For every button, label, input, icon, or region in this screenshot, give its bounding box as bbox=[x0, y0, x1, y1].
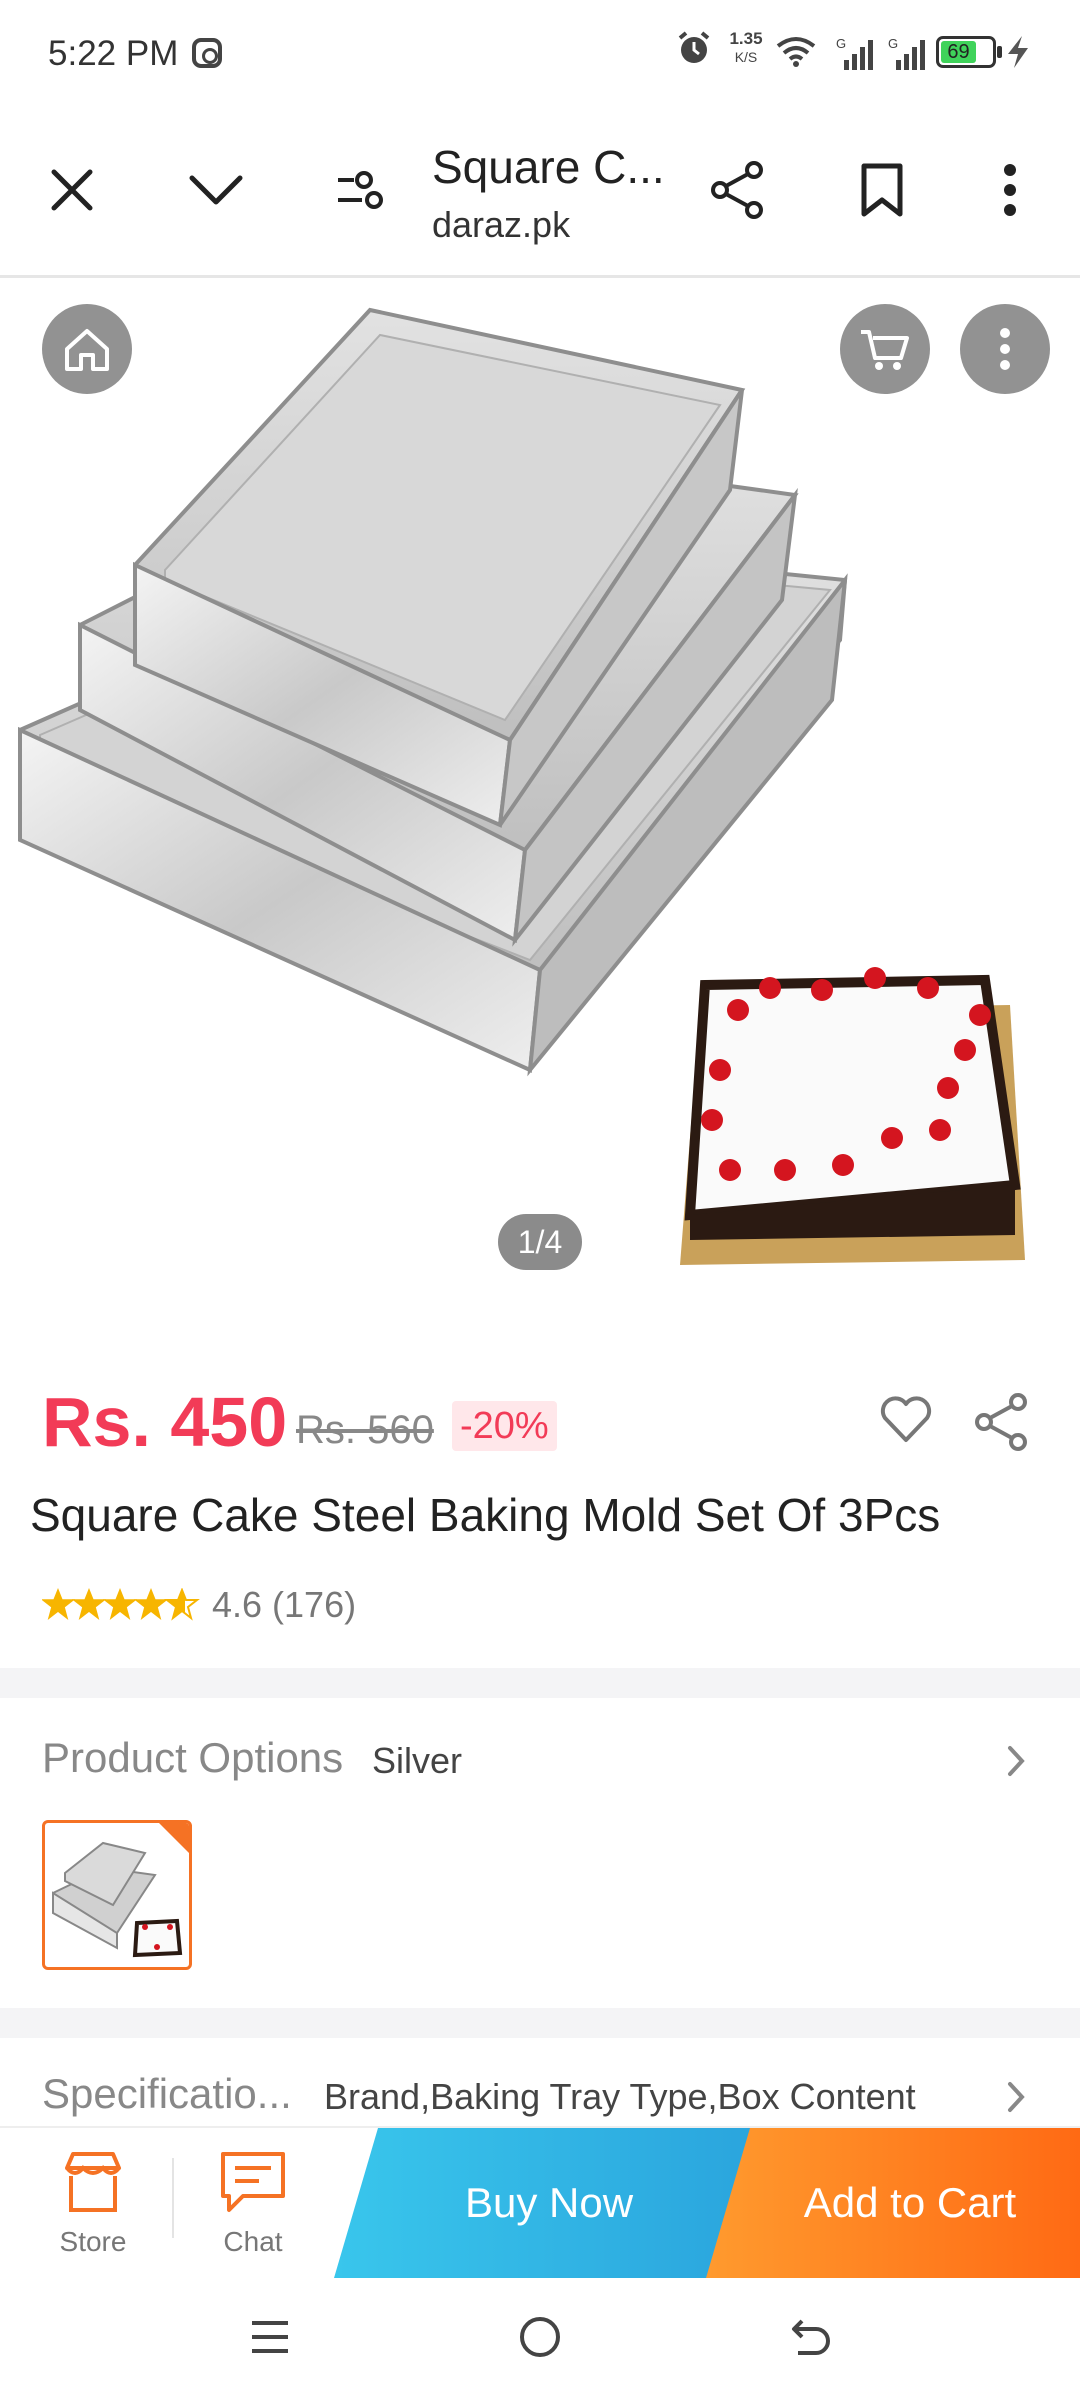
signal-icon-2: G bbox=[888, 36, 925, 70]
chevron-right-icon bbox=[1008, 1746, 1025, 1776]
chevron-down-icon bbox=[189, 175, 243, 205]
chat-icon bbox=[221, 2152, 285, 2212]
share-icon bbox=[711, 161, 763, 219]
back-arrow-icon bbox=[792, 2319, 830, 2355]
network-speed: 1.35 K/S bbox=[724, 30, 768, 66]
specifications-label: Specificatio... bbox=[42, 2070, 292, 2117]
buy-now-button[interactable]: Buy Now bbox=[334, 2128, 764, 2278]
battery-level: 69 bbox=[941, 41, 976, 63]
share-icon bbox=[975, 1393, 1027, 1451]
heart-icon bbox=[880, 1396, 932, 1442]
status-bar: 5:22 PM 1.35 K/S G G 69 bbox=[0, 0, 1080, 110]
product-title: Square Cake Steel Baking Mold Set Of 3Pc… bbox=[30, 1489, 941, 1541]
add-to-cart-button[interactable]: Add to Cart bbox=[706, 2128, 1080, 2278]
chevron-right-icon bbox=[1008, 2082, 1025, 2112]
more-menu-button[interactable] bbox=[970, 150, 1050, 230]
back-button[interactable] bbox=[770, 2302, 850, 2372]
recent-apps-button[interactable] bbox=[230, 2302, 310, 2372]
page-title: Square C... bbox=[432, 141, 665, 193]
net-speed-unit: K/S bbox=[734, 49, 758, 65]
cart-button[interactable] bbox=[840, 304, 930, 394]
gallery-more-button[interactable] bbox=[960, 304, 1050, 394]
instagram-icon bbox=[192, 38, 222, 68]
signal-icon: G bbox=[836, 36, 873, 70]
chat-label: Chat bbox=[223, 2226, 283, 2257]
more-vertical-icon bbox=[1004, 164, 1016, 216]
bookmark-button[interactable] bbox=[842, 150, 922, 230]
specifications-section[interactable]: Specificatio... Brand,Baking Tray Type,B… bbox=[0, 2038, 1080, 2128]
alarm-icon bbox=[678, 31, 710, 63]
product-options-label: Product Options bbox=[42, 1734, 344, 1781]
option-thumbnail-silver[interactable] bbox=[42, 1820, 192, 1970]
product-options-value: Silver bbox=[372, 1740, 463, 1781]
wishlist-button[interactable] bbox=[876, 1390, 936, 1450]
store-button[interactable]: Store bbox=[18, 2128, 168, 2280]
specifications-value: Brand,Baking Tray Type,Box Content bbox=[324, 2076, 916, 2117]
product-image-gallery[interactable]: 1/4 bbox=[0, 280, 1080, 1310]
wifi-icon bbox=[776, 37, 816, 67]
net-speed-value: 1.35 bbox=[729, 29, 763, 48]
action-divider bbox=[172, 2158, 174, 2238]
bottom-action-bar: Store Chat Buy Now Add to Cart bbox=[0, 2126, 1080, 2278]
close-button[interactable] bbox=[32, 150, 112, 230]
discount-badge: -20% bbox=[452, 1401, 557, 1451]
original-price: Rs. 560 bbox=[296, 1408, 434, 1452]
sliders-icon bbox=[338, 171, 383, 209]
image-counter: 1/4 bbox=[498, 1214, 582, 1270]
close-icon bbox=[51, 169, 93, 211]
system-navigation-bar bbox=[0, 2280, 1080, 2400]
section-divider bbox=[0, 1668, 1080, 1698]
charging-icon bbox=[1008, 36, 1028, 68]
rating-stars bbox=[42, 1588, 202, 1622]
store-icon bbox=[65, 2152, 121, 2212]
page-settings-button[interactable] bbox=[320, 150, 400, 230]
status-time: 5:22 PM bbox=[48, 34, 179, 73]
rating-text: 4.6 (176) bbox=[212, 1584, 357, 1625]
current-price: Rs. 450 bbox=[42, 1383, 288, 1461]
home-nav-button[interactable] bbox=[500, 2302, 580, 2372]
circle-home-icon bbox=[520, 2317, 560, 2357]
svg-text:G: G bbox=[836, 36, 846, 51]
collapse-button[interactable] bbox=[176, 150, 256, 230]
battery-icon: 69 bbox=[936, 36, 996, 68]
section-divider bbox=[0, 2008, 1080, 2038]
menu-lines-icon bbox=[252, 2321, 288, 2353]
browser-toolbar: Square C... daraz.pk bbox=[0, 110, 1080, 278]
option-thumbnail-image bbox=[52, 1841, 183, 1958]
home-button[interactable] bbox=[42, 304, 132, 394]
svg-text:G: G bbox=[888, 36, 898, 51]
battery-tip bbox=[997, 46, 1002, 58]
home-icon bbox=[65, 329, 109, 371]
product-share-button[interactable] bbox=[970, 1390, 1034, 1454]
page-url: daraz.pk bbox=[432, 204, 571, 245]
share-button[interactable] bbox=[698, 150, 778, 230]
bookmark-icon bbox=[861, 163, 903, 217]
star-rating-icon bbox=[42, 1589, 198, 1619]
product-image bbox=[18, 307, 1025, 1265]
cart-icon bbox=[861, 330, 909, 370]
store-label: Store bbox=[59, 2226, 127, 2257]
more-vertical-icon bbox=[1000, 328, 1010, 370]
chat-button[interactable]: Chat bbox=[178, 2128, 328, 2280]
